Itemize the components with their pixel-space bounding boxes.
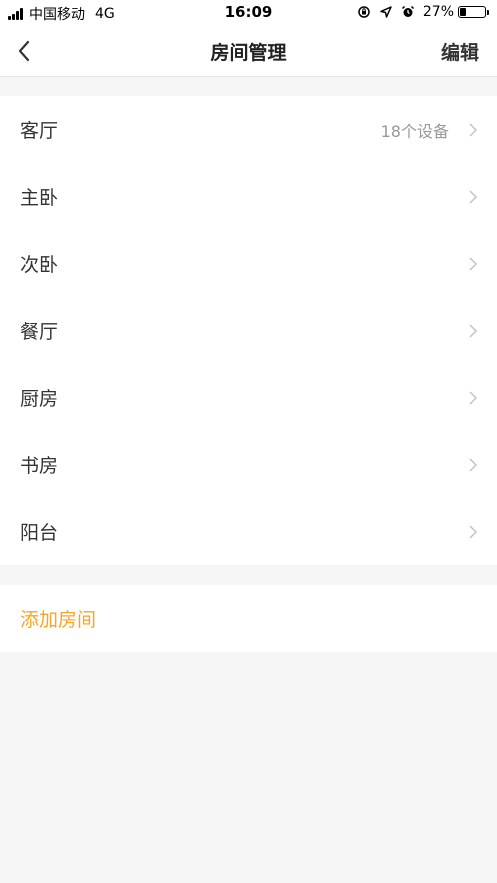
- add-room-button[interactable]: 添加房间: [0, 585, 497, 652]
- edit-button[interactable]: 编辑: [441, 38, 479, 65]
- add-room-label: 添加房间: [20, 609, 97, 631]
- room-item-balcony[interactable]: 阳台: [0, 498, 497, 565]
- battery-level-fill: [460, 8, 466, 16]
- chevron-right-icon: [469, 256, 478, 271]
- battery-percentage: 27%: [422, 4, 454, 20]
- room-name: 厨房: [20, 388, 59, 410]
- room-name: 阳台: [20, 522, 59, 544]
- room-list: 客厅 18个设备 主卧 次卧 餐厅 厨房 书房 阳台: [0, 96, 497, 565]
- room-item-dining-room[interactable]: 餐厅: [0, 297, 497, 364]
- chevron-right-icon: [469, 390, 478, 405]
- battery-cap: [487, 9, 489, 15]
- room-name: 书房: [20, 455, 59, 477]
- room-item-kitchen[interactable]: 厨房: [0, 364, 497, 431]
- room-item-master-bedroom[interactable]: 主卧: [0, 163, 497, 230]
- navigation-bar: 房间管理 编辑: [0, 26, 497, 77]
- chevron-right-icon: [469, 524, 478, 539]
- room-name: 次卧: [20, 254, 59, 276]
- orientation-lock-icon: [358, 6, 370, 18]
- room-management-screen: 中国移动 4G 16:09 27% 房间管理 编辑 客厅 18个设备 主卧 次卧…: [0, 0, 497, 883]
- room-item-study[interactable]: 书房: [0, 431, 497, 498]
- battery-icon: [458, 6, 486, 18]
- alarm-clock-icon: [401, 5, 414, 17]
- chevron-right-icon: [469, 122, 478, 137]
- status-right: 27%: [349, 4, 489, 20]
- room-item-living-room[interactable]: 客厅 18个设备: [0, 96, 497, 163]
- location-arrow-icon: [380, 6, 392, 18]
- status-bar: 中国移动 4G 16:09 27%: [0, 0, 497, 26]
- chevron-right-icon: [469, 323, 478, 338]
- room-name: 餐厅: [20, 321, 59, 343]
- chevron-right-icon: [469, 189, 478, 204]
- chevron-right-icon: [469, 457, 478, 472]
- room-name: 主卧: [20, 187, 59, 209]
- room-item-second-bedroom[interactable]: 次卧: [0, 230, 497, 297]
- room-name: 客厅: [20, 120, 59, 142]
- page-title: 房间管理: [210, 42, 287, 64]
- device-count: 18个设备: [380, 121, 449, 141]
